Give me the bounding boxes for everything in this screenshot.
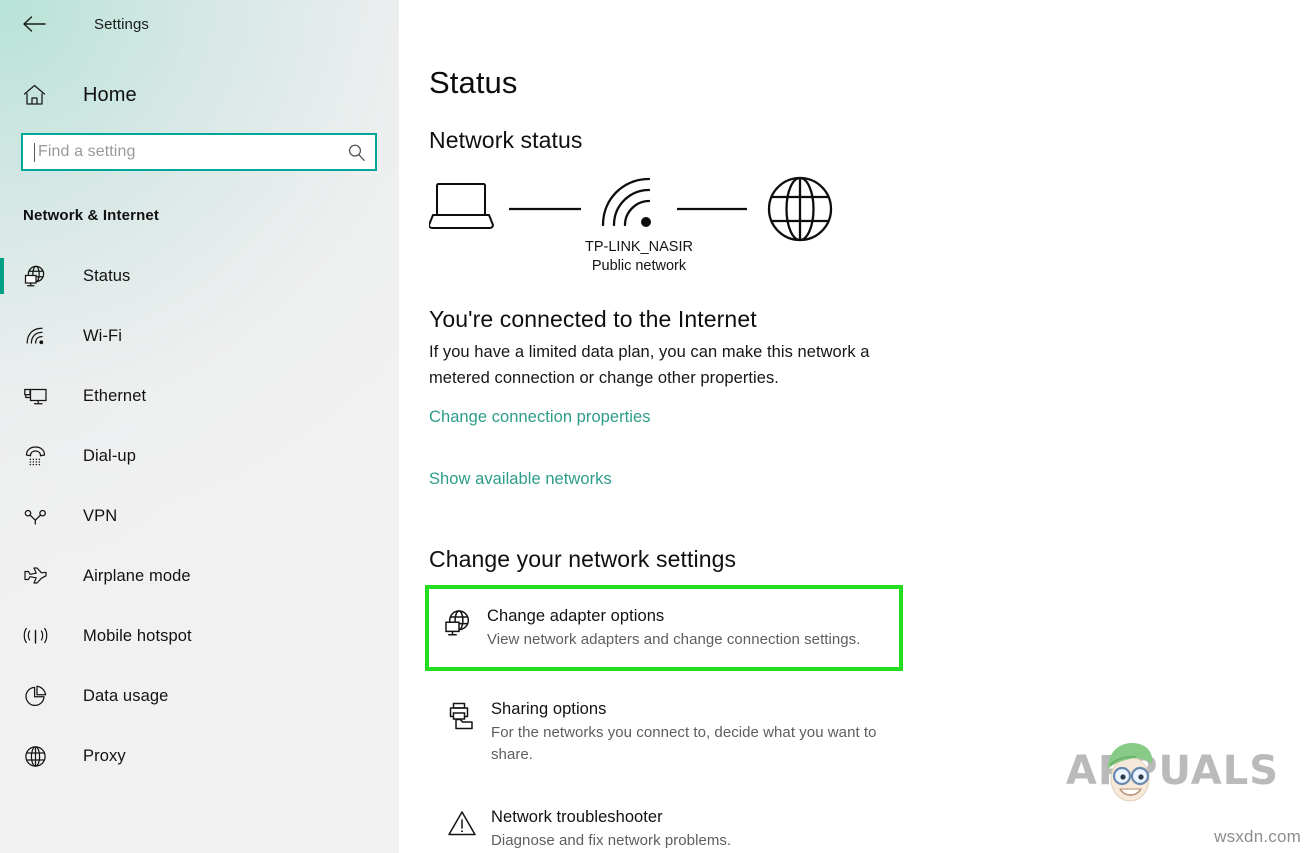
globe-icon — [23, 744, 49, 769]
search-box[interactable]: Find a setting — [21, 133, 377, 171]
network-diagram: TP-LINK_NASIR Public network — [428, 172, 849, 282]
sidebar-item-mobile-hotspot[interactable]: Mobile hotspot — [0, 606, 399, 666]
wifi-signal-icon — [601, 177, 651, 227]
site-watermark: wsxdn.com — [1214, 827, 1301, 846]
network-type: Public network — [591, 258, 687, 274]
sidebar-item-label: VPN — [83, 506, 118, 525]
option-description: Diagnose and fix network problems. — [491, 832, 732, 849]
window-title: Settings — [94, 15, 149, 33]
globe-icon — [767, 176, 833, 242]
back-button[interactable] — [22, 9, 56, 39]
sidebar-item-label: Dial-up — [83, 446, 136, 465]
connected-heading: You're connected to the Internet — [429, 306, 757, 332]
phone-handset-icon — [23, 444, 49, 469]
hotspot-icon — [23, 624, 49, 649]
sidebar-item-label: Data usage — [83, 686, 169, 705]
selection-indicator — [0, 258, 4, 294]
sharing-options-row[interactable]: Sharing options For the networks you con… — [429, 685, 907, 779]
sidebar-item-label: Mobile hotspot — [83, 626, 192, 645]
network-name: TP-LINK_NASIR — [585, 239, 693, 255]
sidebar-item-label: Status — [83, 266, 131, 285]
sidebar-item-status[interactable]: Status — [0, 246, 399, 306]
sidebar-item-ethernet[interactable]: Ethernet — [0, 366, 399, 426]
sidebar-item-proxy[interactable]: Proxy — [0, 726, 399, 786]
warning-triangle-icon — [445, 806, 479, 837]
option-description: View network adapters and change connect… — [487, 631, 861, 648]
sidebar: Settings Home Find a setting Network & I… — [0, 0, 399, 853]
option-text: Sharing options For the networks you con… — [491, 698, 903, 766]
option-text: Network troubleshooter Diagnose and fix … — [491, 806, 731, 852]
main-content: Status Network status TP-LINK_NASIR Publ… — [399, 0, 1311, 853]
option-text: Change adapter options View network adap… — [487, 605, 860, 651]
search-input[interactable]: Find a setting — [38, 144, 346, 160]
sidebar-item-label: Airplane mode — [83, 566, 191, 585]
pie-chart-icon — [23, 684, 49, 709]
search-icon[interactable] — [346, 143, 366, 162]
sidebar-item-airplane-mode[interactable]: Airplane mode — [0, 546, 399, 606]
airplane-icon — [23, 564, 49, 589]
home-label: Home — [83, 83, 137, 106]
change-connection-properties-link[interactable]: Change connection properties — [429, 408, 651, 427]
adapter-globe-monitor-icon — [441, 605, 475, 638]
option-description: For the networks you connect to, decide … — [491, 724, 877, 763]
home-icon — [23, 84, 49, 106]
sidebar-item-data-usage[interactable]: Data usage — [0, 666, 399, 726]
settings-window: Settings Home Find a setting Network & I… — [0, 0, 1311, 853]
sidebar-item-label: Proxy — [83, 746, 126, 765]
change-adapter-options-row[interactable]: Change adapter options View network adap… — [425, 585, 903, 671]
page-title: Status — [429, 65, 518, 100]
sidebar-item-vpn[interactable]: VPN — [0, 486, 399, 546]
show-available-networks-link[interactable]: Show available networks — [429, 470, 612, 489]
vpn-icon — [23, 504, 49, 529]
ethernet-icon — [23, 384, 49, 409]
option-title: Network troubleshooter — [491, 808, 663, 826]
sidebar-item-dial-up[interactable]: Dial-up — [0, 426, 399, 486]
option-title: Sharing options — [491, 700, 607, 718]
network-troubleshooter-row[interactable]: Network troubleshooter Diagnose and fix … — [429, 793, 907, 853]
printer-folder-icon — [445, 698, 479, 731]
sidebar-item-wi-fi[interactable]: Wi-Fi — [0, 306, 399, 366]
sidebar-item-label: Wi-Fi — [83, 326, 122, 345]
sidebar-item-home[interactable]: Home — [0, 75, 399, 115]
change-network-settings-heading: Change your network settings — [429, 546, 737, 572]
network-status-heading: Network status — [429, 127, 583, 153]
sidebar-item-label: Ethernet — [83, 386, 147, 405]
sidebar-category-header: Network & Internet — [23, 207, 160, 224]
wifi-icon — [23, 324, 49, 349]
title-bar: Settings — [0, 0, 399, 48]
laptop-icon — [428, 183, 494, 229]
network-diagram-caption: TP-LINK_NASIR Public network — [429, 238, 849, 276]
text-caret — [34, 142, 35, 162]
sidebar-nav: Status Wi-Fi Ethernet Dial-up VPN Airpla… — [0, 246, 399, 786]
connected-description: If you have a limited data plan, you can… — [429, 343, 870, 387]
network-settings-options: Change adapter options View network adap… — [425, 585, 1311, 853]
option-title: Change adapter options — [487, 607, 665, 625]
back-arrow-icon — [23, 16, 46, 32]
globe-monitor-icon — [23, 264, 49, 289]
